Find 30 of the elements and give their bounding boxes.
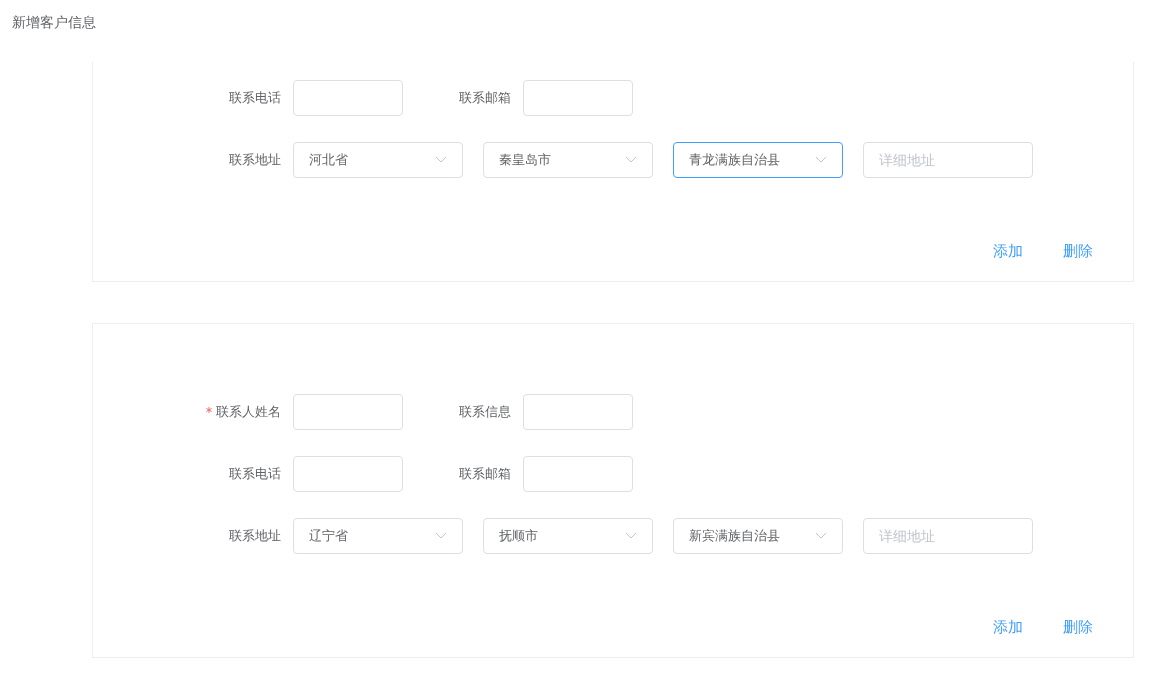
input-field[interactable] xyxy=(523,80,633,116)
chevron-down-icon xyxy=(435,532,447,540)
select-field[interactable]: 秦皇岛市 xyxy=(483,142,653,178)
field-label: 联系邮箱 xyxy=(458,89,512,108)
chevron-down-icon xyxy=(815,156,827,164)
page-title: 新增客户信息 xyxy=(11,13,97,32)
select-field[interactable]: 河北省 xyxy=(293,142,463,178)
input-field[interactable] xyxy=(293,394,403,430)
chevron-down-icon xyxy=(815,532,827,540)
select-field[interactable]: 辽宁省 xyxy=(293,518,463,554)
required-asterisk-icon xyxy=(206,407,212,414)
input-field[interactable] xyxy=(293,80,403,116)
chevron-down-icon xyxy=(435,156,447,164)
field-label: 联系地址 xyxy=(228,151,282,170)
input-field[interactable] xyxy=(293,456,403,492)
field-label: 联系电话 xyxy=(228,465,282,484)
field-label: 联系地址 xyxy=(228,527,282,546)
select-field[interactable]: 抚顺市 xyxy=(483,518,653,554)
field-label: 联系人姓名 xyxy=(193,402,293,422)
field-label: 联系信息 xyxy=(458,403,512,422)
field-label: 联系邮箱 xyxy=(458,465,512,484)
select-field[interactable]: 新宾满族自治县 xyxy=(673,518,843,554)
input-field[interactable] xyxy=(523,456,633,492)
input-field[interactable]: 详细地址 xyxy=(863,142,1033,178)
chevron-down-icon xyxy=(625,532,637,540)
select-field[interactable]: 青龙满族自治县 xyxy=(673,142,843,178)
field-label: 联系电话 xyxy=(228,89,282,108)
input-field[interactable] xyxy=(523,394,633,430)
chevron-down-icon xyxy=(625,156,637,164)
input-field[interactable]: 详细地址 xyxy=(863,518,1033,554)
